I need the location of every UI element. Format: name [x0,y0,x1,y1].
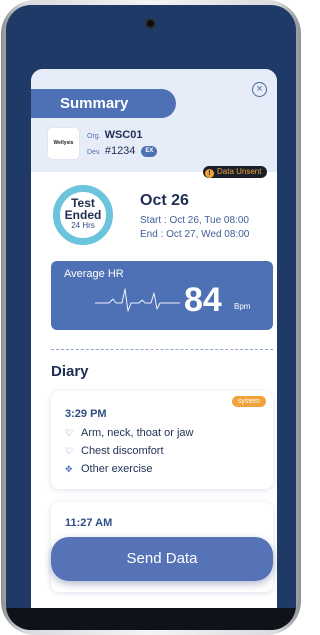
hr-value: 84 [184,281,222,319]
data-unsent-label: Data Unsent [217,167,262,176]
diary-symptom-item: ♡ Chest discomfort [65,445,164,457]
org-label: Org. [87,133,101,140]
phone-frame: × Summary Wellysis Org. WSC01 Dev. #1234… [1,0,301,635]
org-logo: Wellysis [48,128,79,159]
send-data-button[interactable]: Send Data [51,537,273,581]
diary-entry-time: 11:27 AM [65,517,113,529]
summary-sheet: × Summary Wellysis Org. WSC01 Dev. #1234… [31,69,277,614]
running-icon: ✥ [65,464,73,474]
org-value: WSC01 [104,129,143,141]
test-status-ring: Test Ended 24 Hrs [53,185,113,245]
dev-label: Dev. [87,149,101,156]
average-hr-card: Average HR 84 Bpm [51,261,273,330]
ex-badge: EX [141,146,158,157]
divider [51,349,273,350]
screen: × Summary Wellysis Org. WSC01 Dev. #1234… [6,5,296,630]
hr-unit: Bpm [234,302,251,311]
test-status-line2: Ended [64,208,102,222]
device-info: Dev. #1234 EX [87,145,158,157]
page-title: Summary [31,89,176,118]
org-info: Org. WSC01 [87,129,142,141]
warning-icon: ! [205,169,214,178]
diary-activity-text: Other exercise [81,463,153,475]
data-unsent-badge: ! Data Unsent [203,166,268,178]
diary-entry-time: 3:29 PM [65,408,107,420]
test-end: End : Oct 27, Wed 08:00 [140,229,250,240]
diary-symptom-text: Arm, neck, thoat or jaw [81,427,194,439]
test-duration: 24 Hrs [71,221,95,230]
diary-title: Diary [51,363,89,380]
diary-activity-item: ✥ Other exercise [65,463,153,475]
diary-entry[interactable]: system 3:29 PM ♡ Arm, neck, thoat or jaw … [51,391,273,489]
test-start: Start : Oct 26, Tue 08:00 [140,215,249,226]
diary-symptom-text: Chest discomfort [81,445,164,457]
test-date: Oct 26 [140,192,189,209]
heart-icon: ♡ [65,446,74,456]
hr-label: Average HR [64,268,124,280]
front-camera [145,18,156,29]
system-badge: system [231,396,266,407]
diary-symptom-item: ♡ Arm, neck, thoat or jaw [65,427,194,439]
dev-value: #1234 [104,145,136,157]
heart-icon: ♡ [65,428,74,438]
screen-bottom-bar [6,608,296,630]
heartbeat-wave-icon [95,288,180,312]
close-icon[interactable]: × [252,82,267,97]
